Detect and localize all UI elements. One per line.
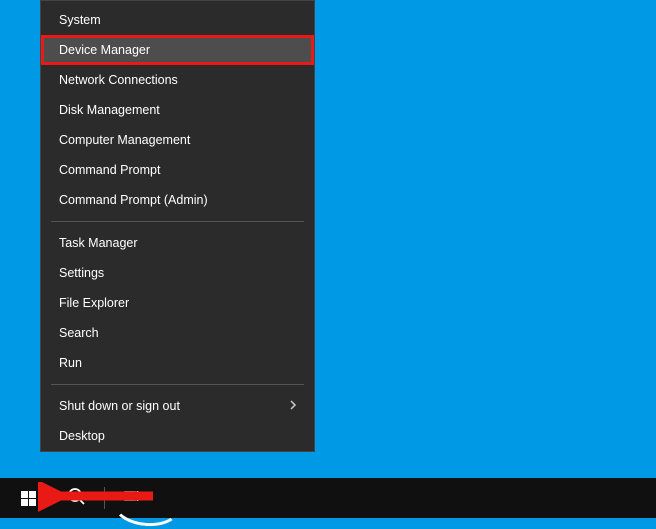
menu-item-network-connections[interactable]: Network Connections [41, 65, 314, 95]
menu-item-label: System [59, 13, 101, 27]
search-icon [66, 486, 86, 511]
menu-item-label: Device Manager [59, 43, 150, 57]
menu-item-label: Desktop [59, 429, 105, 443]
taskbar-divider [104, 487, 105, 509]
menu-item-search[interactable]: Search [41, 318, 314, 348]
winx-context-menu[interactable]: System Device Manager Network Connection… [40, 0, 315, 452]
menu-item-label: Network Connections [59, 73, 178, 87]
menu-item-label: Settings [59, 266, 104, 280]
menu-divider [51, 384, 304, 385]
start-button[interactable] [4, 478, 52, 518]
menu-item-label: Command Prompt (Admin) [59, 193, 208, 207]
menu-item-command-prompt[interactable]: Command Prompt [41, 155, 314, 185]
menu-item-label: Computer Management [59, 133, 190, 147]
menu-item-task-manager[interactable]: Task Manager [41, 228, 314, 258]
menu-item-command-prompt-admin[interactable]: Command Prompt (Admin) [41, 185, 314, 215]
menu-item-label: Command Prompt [59, 163, 160, 177]
menu-item-label: Search [59, 326, 99, 340]
menu-item-file-explorer[interactable]: File Explorer [41, 288, 314, 318]
menu-item-run[interactable]: Run [41, 348, 314, 378]
search-button[interactable] [52, 478, 100, 518]
menu-item-label: Shut down or sign out [59, 399, 180, 413]
menu-item-label: Disk Management [59, 103, 160, 117]
annotation-circle [110, 478, 184, 529]
menu-item-system[interactable]: System [41, 5, 314, 35]
menu-item-shutdown[interactable]: Shut down or sign out [41, 391, 314, 421]
chevron-right-icon [288, 399, 298, 413]
menu-item-label: Task Manager [59, 236, 138, 250]
menu-divider [51, 221, 304, 222]
menu-item-disk-management[interactable]: Disk Management [41, 95, 314, 125]
menu-item-desktop[interactable]: Desktop [41, 421, 314, 451]
menu-item-label: Run [59, 356, 82, 370]
menu-item-label: File Explorer [59, 296, 129, 310]
menu-item-settings[interactable]: Settings [41, 258, 314, 288]
windows-icon [21, 491, 36, 506]
menu-item-device-manager[interactable]: Device Manager [41, 35, 314, 65]
taskbar [0, 478, 656, 518]
menu-item-computer-management[interactable]: Computer Management [41, 125, 314, 155]
